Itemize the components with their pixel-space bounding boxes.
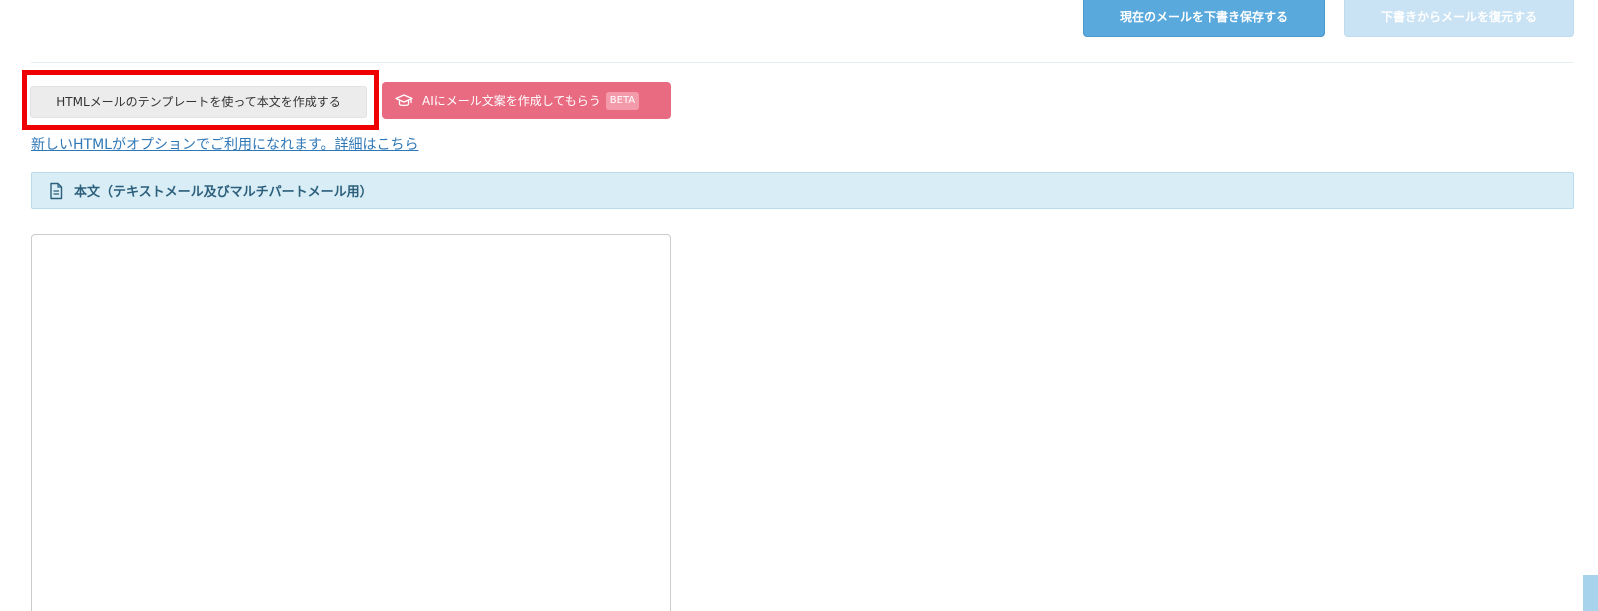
body-textarea[interactable] [31, 234, 671, 611]
html-option-info-link[interactable]: 新しいHTMLがオプションでご利用になれます。詳細はこちら [31, 134, 419, 154]
section-title: 本文（テキストメール及びマルチパートメール用） [74, 185, 373, 200]
ai-compose-button[interactable]: AIにメール文案を作成してもらう BETA [382, 82, 671, 119]
ai-button-label: AIにメール文案を作成してもらう [422, 94, 601, 108]
scroll-to-top-handle[interactable] [1583, 575, 1598, 611]
graduation-cap-icon [395, 92, 413, 110]
body-section-header: 本文（テキストメール及びマルチパートメール用） [31, 172, 1574, 209]
save-draft-button[interactable]: 現在のメールを下書き保存する [1083, 0, 1325, 37]
mail-editor-page: 現在のメールを下書き保存する 下書きからメールを復元する HTMLメールのテンプ… [0, 0, 1598, 611]
document-icon [48, 182, 64, 200]
beta-badge: BETA [605, 91, 640, 110]
divider [31, 62, 1574, 63]
restore-draft-button: 下書きからメールを復元する [1344, 0, 1574, 37]
html-template-button[interactable]: HTMLメールのテンプレートを使って本文を作成する [30, 86, 367, 118]
